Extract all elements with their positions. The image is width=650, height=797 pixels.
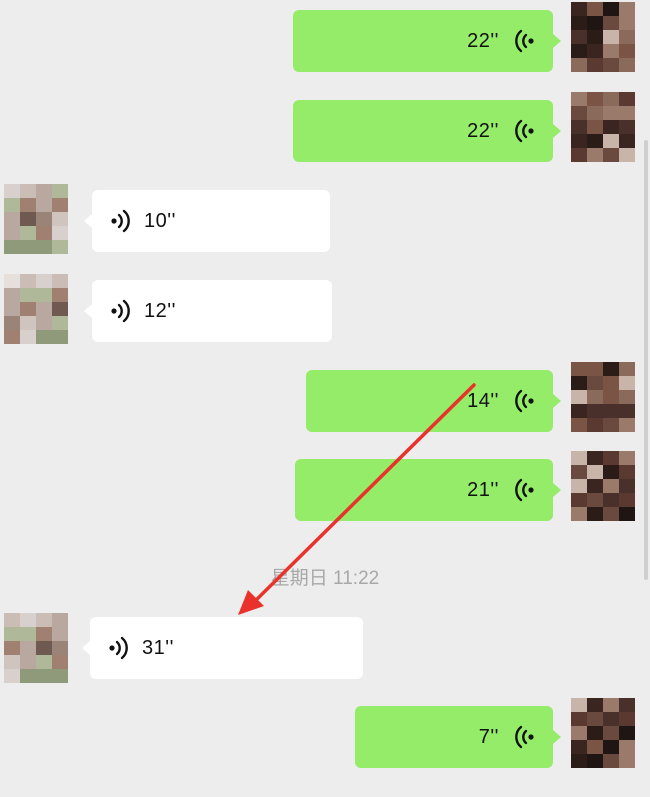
voice-message-bubble[interactable]: 7'' [355,706,561,768]
chat-timestamp: 星期日 11:22 [270,568,380,589]
voice-duration: 21'' [467,478,499,501]
avatar[interactable] [571,362,635,432]
voice-wave-icon [108,636,130,660]
voice-duration: 22'' [467,29,499,52]
scrollbar[interactable] [644,140,648,580]
voice-duration: 7'' [478,725,499,748]
voice-message-bubble[interactable]: 22'' [293,100,561,162]
voice-duration: 14'' [467,389,499,412]
voice-wave-icon [513,119,535,143]
avatar[interactable] [4,613,68,683]
avatar[interactable] [4,184,68,254]
voice-wave-icon [513,725,535,749]
avatar[interactable] [571,92,635,162]
voice-message-bubble[interactable]: 31'' [82,617,363,679]
voice-message-bubble[interactable]: 10'' [84,190,330,252]
voice-duration: 31'' [142,636,174,659]
voice-wave-icon [513,29,535,53]
voice-wave-icon [513,389,535,413]
voice-duration: 22'' [467,119,499,142]
avatar[interactable] [571,451,635,521]
avatar[interactable] [571,698,635,768]
voice-duration: 10'' [144,209,176,232]
avatar[interactable] [4,274,68,344]
voice-duration: 12'' [144,299,176,322]
voice-wave-icon [110,209,132,233]
voice-message-bubble[interactable]: 12'' [84,280,332,342]
avatar[interactable] [571,2,635,72]
voice-message-bubble[interactable]: 22'' [293,10,561,72]
voice-wave-icon [110,299,132,323]
voice-message-bubble[interactable]: 21'' [295,459,561,521]
voice-message-bubble[interactable]: 14'' [306,370,561,432]
voice-wave-icon [513,478,535,502]
